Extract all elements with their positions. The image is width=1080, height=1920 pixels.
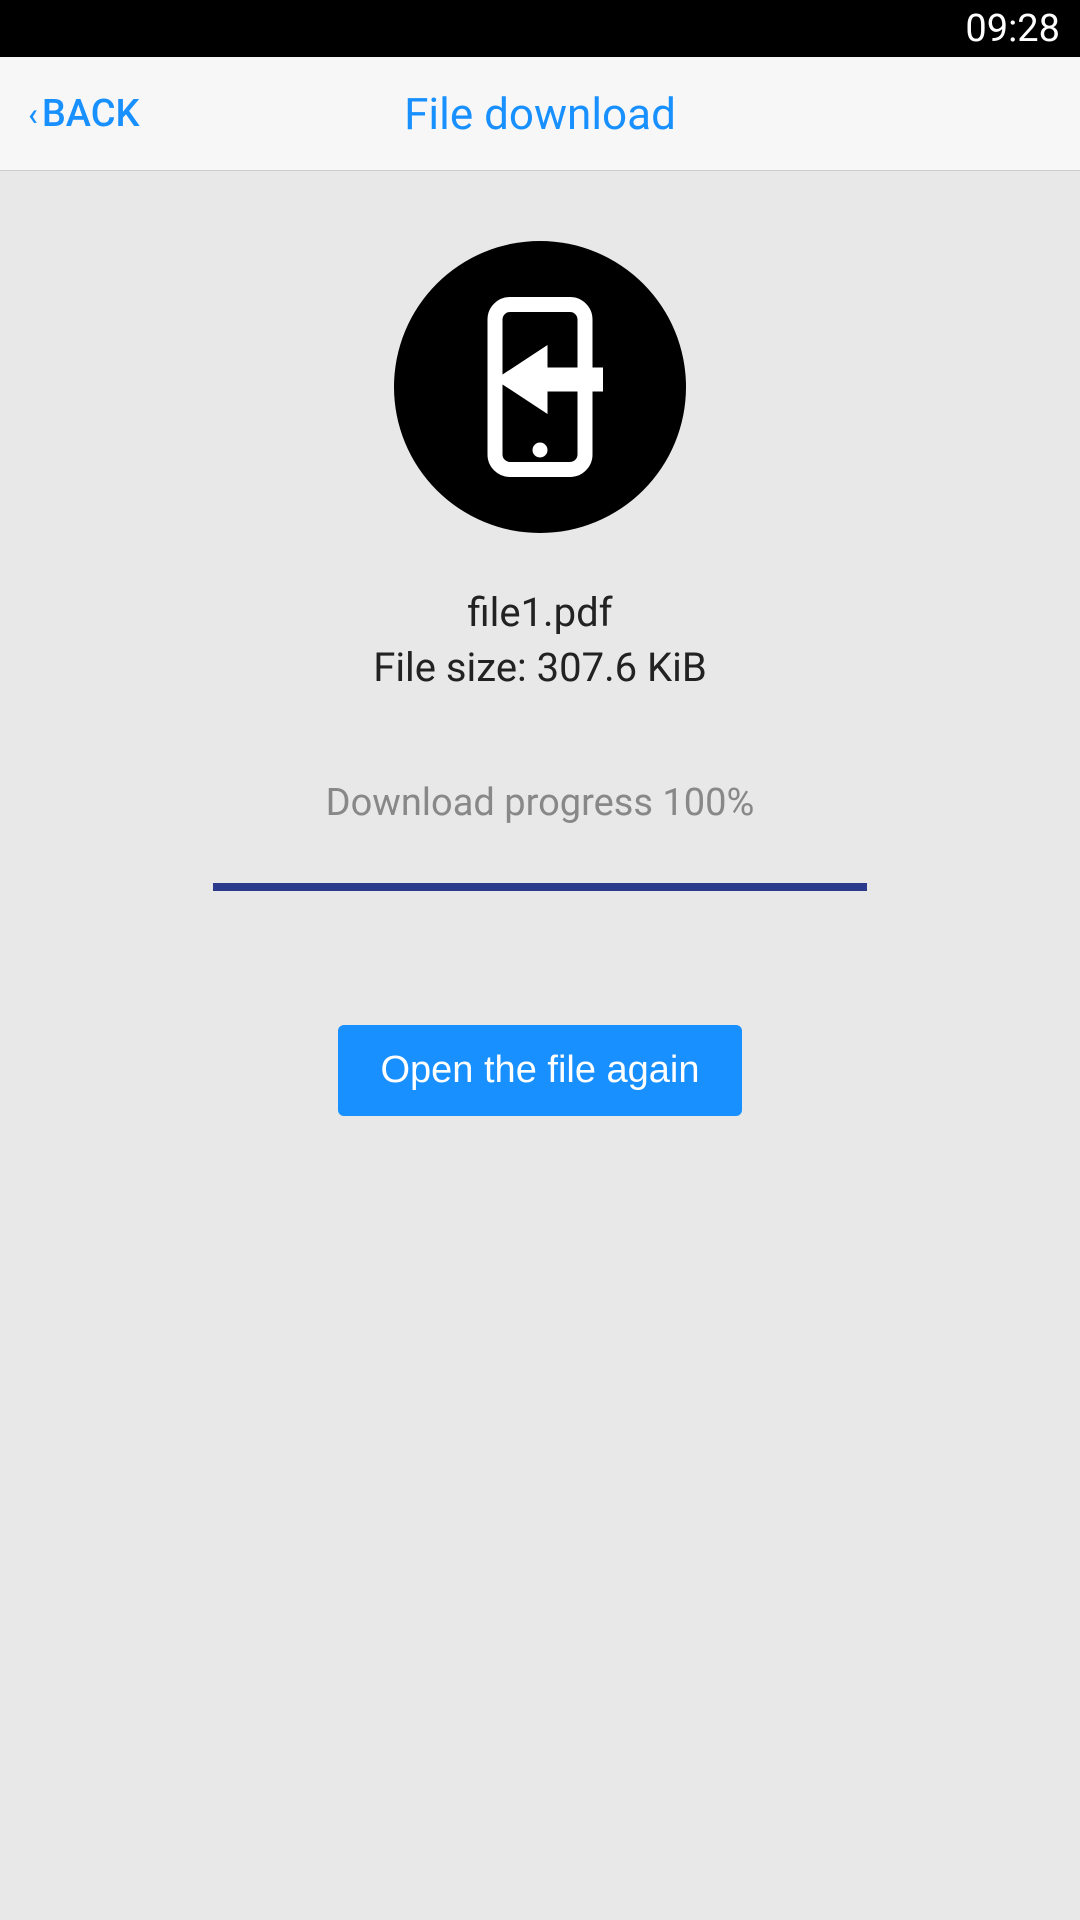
progress-bar-fill xyxy=(213,883,867,891)
file-name: file1.pdf xyxy=(467,589,612,636)
progress-bar xyxy=(213,883,867,891)
phone-arrow-icon xyxy=(465,297,615,477)
open-file-again-button[interactable]: Open the file again xyxy=(338,1025,741,1116)
file-size: File size: 307.6 KiB xyxy=(373,644,707,691)
chevron-left-icon: ‹ xyxy=(28,95,38,133)
app-header: ‹ BACK File download xyxy=(0,57,1080,171)
status-time: 09:28 xyxy=(965,7,1060,51)
page-title: File download xyxy=(0,88,1080,140)
content-area: file1.pdf File size: 307.6 KiB Download … xyxy=(0,171,1080,1116)
status-bar: 09:28 xyxy=(0,0,1080,57)
download-progress-text: Download progress 100% xyxy=(326,781,755,825)
back-label: BACK xyxy=(42,92,140,136)
back-button[interactable]: ‹ BACK xyxy=(28,92,140,136)
download-to-phone-icon xyxy=(394,241,686,533)
